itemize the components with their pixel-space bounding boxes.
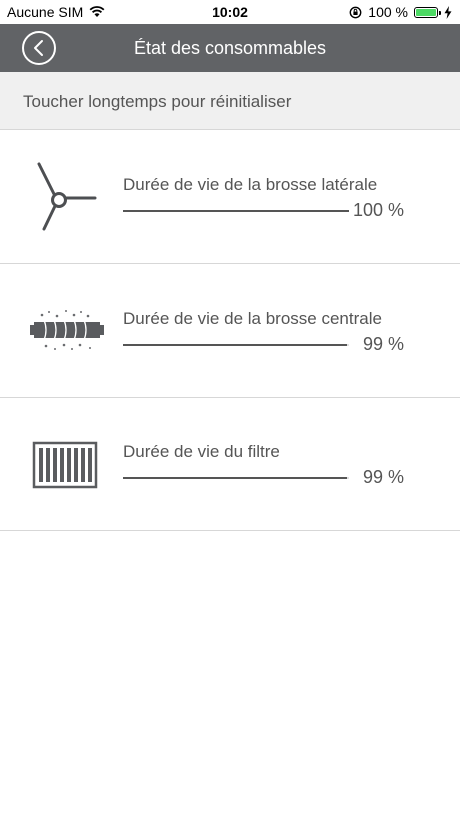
consumable-label: Durée de vie de la brosse centrale bbox=[123, 309, 382, 328]
hint-text: Toucher longtemps pour réinitialiser bbox=[23, 92, 292, 111]
status-right: 100 % bbox=[349, 4, 452, 20]
progress-fill bbox=[123, 344, 347, 346]
progress-fill bbox=[123, 477, 347, 479]
consumable-label: Durée de vie du filtre bbox=[123, 442, 280, 461]
battery-icon bbox=[414, 6, 441, 18]
filter-icon bbox=[32, 441, 98, 489]
percent-label: 99 % bbox=[362, 334, 404, 354]
hint-bar: Toucher longtemps pour réinitialiser bbox=[0, 72, 460, 130]
main-brush-icon bbox=[30, 310, 104, 350]
page-title: État des consommables bbox=[133, 38, 327, 58]
percent-label: 99 % bbox=[362, 467, 404, 487]
charging-icon bbox=[444, 5, 452, 19]
side-brush-icon bbox=[37, 162, 97, 231]
percent-label: 100 % bbox=[352, 200, 404, 220]
consumable-row-filter[interactable]: Durée de vie du filtre 99 % bbox=[0, 397, 460, 531]
battery-percent: 100 % bbox=[368, 4, 408, 20]
orientation-lock-icon bbox=[349, 6, 362, 18]
consumable-row-side-brush[interactable]: Durée de vie de la brosse latérale 100 % bbox=[0, 130, 460, 264]
consumable-label: Durée de vie de la brosse latérale bbox=[123, 175, 378, 194]
nav-bar: État des consommables bbox=[0, 24, 460, 72]
progress-fill bbox=[123, 210, 349, 212]
progress-bar bbox=[123, 477, 349, 479]
progress-bar bbox=[123, 344, 349, 346]
progress-bar bbox=[123, 210, 349, 212]
status-bar: Aucune SIM 10:02 100 % bbox=[0, 0, 460, 24]
consumable-row-main-brush[interactable]: Durée de vie de la brosse centrale 99 % bbox=[0, 264, 460, 398]
